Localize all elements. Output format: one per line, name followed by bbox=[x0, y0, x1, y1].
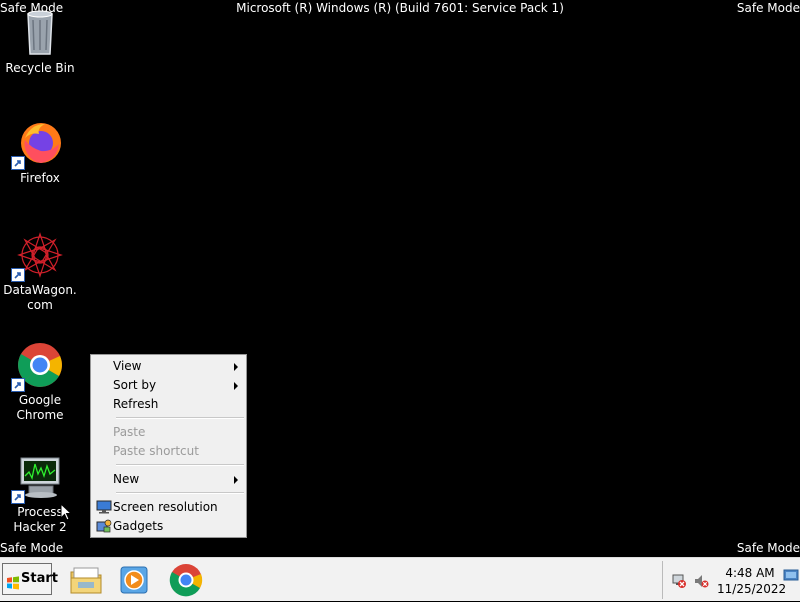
menu-item-label: Refresh bbox=[113, 397, 159, 411]
taskbar: Start 4:48 AM 11/25/2022 bbox=[0, 557, 800, 601]
menu-separator bbox=[116, 417, 244, 419]
menu-item-label: Paste bbox=[113, 425, 146, 439]
menu-item-label: Paste shortcut bbox=[113, 444, 199, 458]
desktop-icon-label: DataWagon.com bbox=[3, 283, 77, 312]
safe-mode-label-bottom-right: Safe Mode bbox=[736, 541, 800, 555]
menu-item-label: New bbox=[113, 472, 140, 486]
taskbar-explorer-button[interactable] bbox=[68, 562, 104, 598]
desktop-icon-process-hacker[interactable]: Process Hacker 2 bbox=[0, 452, 80, 535]
chrome-icon bbox=[169, 564, 203, 597]
datawagon-icon bbox=[11, 230, 65, 282]
system-tray: 4:48 AM 11/25/2022 bbox=[662, 561, 799, 599]
taskbar-media-player-button[interactable] bbox=[116, 562, 152, 598]
media-player-icon bbox=[120, 566, 148, 594]
submenu-arrow-icon bbox=[234, 476, 238, 484]
menu-item-screen-resolution[interactable]: Screen resolution bbox=[93, 498, 244, 517]
network-error-icon[interactable] bbox=[671, 573, 687, 589]
volume-muted-icon[interactable] bbox=[693, 573, 709, 589]
process-hacker-icon bbox=[11, 452, 65, 504]
menu-item-paste: Paste bbox=[93, 423, 244, 442]
show-desktop-icon[interactable] bbox=[783, 567, 799, 585]
gadgets-icon bbox=[96, 519, 112, 533]
desktop-icon-firefox[interactable]: Firefox bbox=[0, 118, 80, 186]
desktop-icon-label: Firefox bbox=[20, 171, 60, 185]
menu-separator bbox=[116, 492, 244, 494]
menu-item-label: Sort by bbox=[113, 378, 157, 392]
shortcut-arrow-icon bbox=[11, 490, 25, 504]
menu-item-label: Gadgets bbox=[113, 519, 164, 533]
desktop-icon-recycle-bin[interactable]: Recycle Bin bbox=[0, 8, 80, 76]
menu-item-new[interactable]: New bbox=[93, 470, 244, 489]
desktop-icon-label: Recycle Bin bbox=[5, 61, 75, 75]
menu-item-gadgets[interactable]: Gadgets bbox=[93, 517, 244, 536]
recycle-bin-icon bbox=[15, 8, 65, 58]
clock[interactable]: 4:48 AM 11/25/2022 bbox=[717, 565, 787, 597]
desktop-icon-datawagon[interactable]: DataWagon.com bbox=[0, 230, 80, 313]
os-build-title: Microsoft (R) Windows (R) (Build 7601: S… bbox=[236, 1, 564, 15]
shortcut-arrow-icon bbox=[11, 378, 25, 392]
windows-logo-icon bbox=[6, 572, 20, 590]
submenu-arrow-icon bbox=[234, 363, 238, 371]
menu-item-sort-by[interactable]: Sort by bbox=[93, 376, 244, 395]
menu-item-label: View bbox=[113, 359, 142, 373]
safe-mode-label-top-right: Safe Mode bbox=[736, 1, 800, 15]
chrome-icon bbox=[11, 340, 65, 392]
desktop-icon-google-chrome[interactable]: Google Chrome bbox=[0, 340, 80, 423]
clock-date: 11/25/2022 bbox=[717, 582, 787, 596]
screen-resolution-icon bbox=[96, 500, 112, 514]
safe-mode-label-bottom-left: Safe Mode bbox=[0, 541, 64, 555]
shortcut-arrow-icon bbox=[11, 268, 25, 282]
desktop-icon-label: Google Chrome bbox=[16, 393, 64, 422]
firefox-icon bbox=[11, 118, 65, 170]
menu-separator bbox=[116, 464, 244, 466]
start-label: Start bbox=[21, 571, 58, 586]
explorer-icon bbox=[70, 567, 102, 594]
start-button[interactable]: Start bbox=[2, 563, 58, 595]
menu-item-label: Screen resolution bbox=[113, 500, 218, 514]
mouse-cursor-icon bbox=[60, 503, 72, 521]
menu-item-paste-shortcut: Paste shortcut bbox=[93, 442, 244, 461]
clock-time: 4:48 AM bbox=[725, 566, 775, 580]
shortcut-arrow-icon bbox=[11, 156, 25, 170]
desktop-context-menu: View Sort by Refresh Paste Paste shortcu… bbox=[90, 354, 247, 538]
menu-item-view[interactable]: View bbox=[93, 357, 244, 376]
menu-item-refresh[interactable]: Refresh bbox=[93, 395, 244, 414]
submenu-arrow-icon bbox=[234, 382, 238, 390]
taskbar-chrome-button[interactable] bbox=[168, 562, 204, 598]
